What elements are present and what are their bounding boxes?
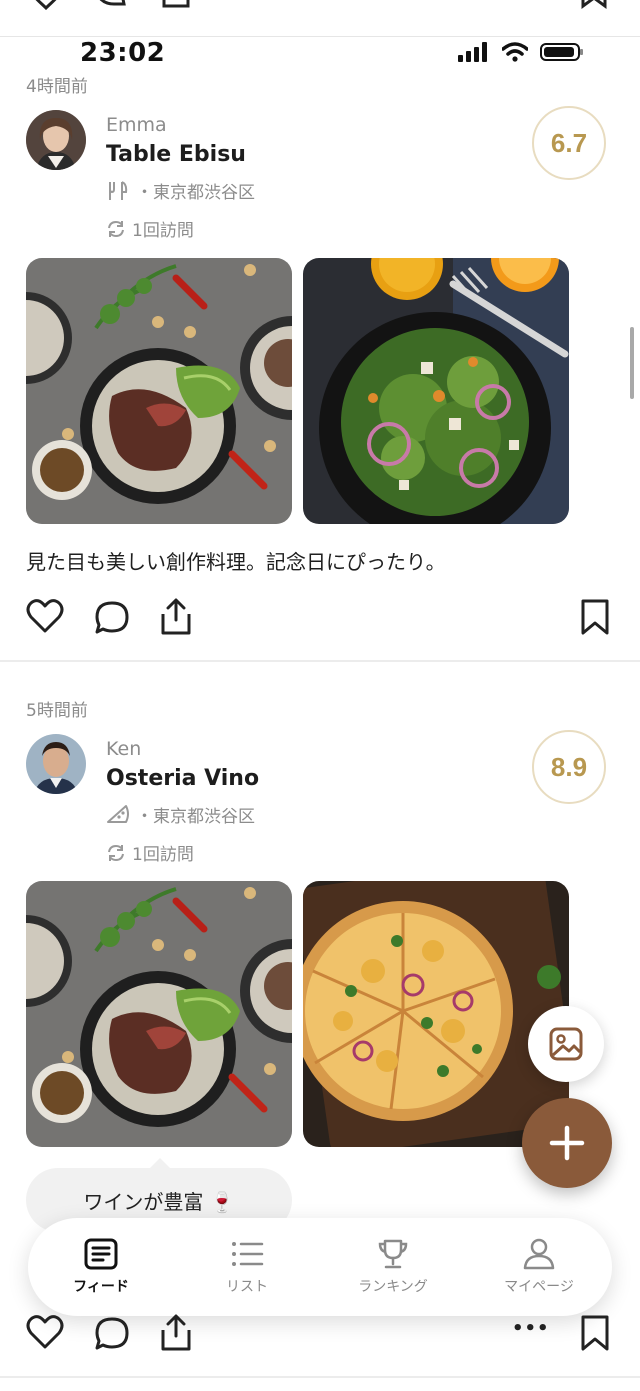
tab-label: フィード [73, 1279, 129, 1295]
tab-mypage[interactable]: マイページ [479, 1238, 599, 1296]
profile-icon [523, 1238, 555, 1270]
feed-icon [84, 1238, 118, 1270]
share-icon[interactable] [160, 598, 192, 636]
tab-ranking[interactable]: ランキング [333, 1238, 453, 1296]
repeat-icon [108, 844, 124, 861]
post-divider [0, 1376, 640, 1378]
bookmark-icon[interactable] [580, 1314, 610, 1352]
tab-label: マイページ [504, 1279, 574, 1295]
previous-post-actions [0, 0, 640, 37]
bookmark-icon[interactable] [580, 598, 610, 636]
pizza-icon [107, 804, 129, 823]
comment-icon[interactable] [94, 600, 130, 636]
location-text: ・東京都渋谷区 [136, 807, 255, 827]
battery-icon [540, 43, 583, 61]
trophy-icon [378, 1239, 408, 1269]
like-heart-icon[interactable] [26, 1314, 64, 1350]
share-icon[interactable] [160, 1314, 192, 1352]
plus-icon [549, 1125, 585, 1161]
signal-icon [458, 42, 487, 62]
post-caption: 見た目も美しい創作料理。記念日にぴったり。 [26, 550, 446, 574]
share-icon[interactable] [162, 0, 190, 10]
list-icon [232, 1242, 264, 1266]
score-badge: 8.9 [532, 730, 606, 804]
username[interactable]: Ken [106, 738, 141, 760]
restaurant-meta: ・東京都渋谷区 [106, 178, 255, 203]
comment-icon[interactable] [94, 1316, 130, 1352]
wifi-icon [502, 42, 528, 62]
food-photo-steak[interactable] [26, 881, 292, 1147]
restaurant-name[interactable]: Osteria Vino [106, 766, 259, 791]
food-photo-salad[interactable] [303, 258, 569, 524]
food-photo-pizza[interactable] [303, 881, 569, 1147]
create-post-button[interactable] [522, 1098, 612, 1188]
scrollbar[interactable] [630, 327, 634, 399]
bookmark-icon[interactable] [580, 0, 608, 10]
more-options-button[interactable]: ••• [512, 1318, 550, 1339]
restaurant-name[interactable]: Table Ebisu [106, 142, 246, 167]
avatar[interactable] [26, 734, 86, 794]
tab-feed[interactable]: フィード [41, 1238, 161, 1296]
status-bar: 23:02 [0, 36, 640, 70]
post-time: 4時間前 [26, 77, 88, 97]
bottom-tab-bar: フィード リスト ランキング マイページ [28, 1218, 612, 1316]
restaurant-meta: ・東京都渋谷区 [106, 802, 255, 827]
tab-label: ランキング [358, 1279, 428, 1295]
tab-label: リスト [226, 1279, 268, 1295]
post-divider [0, 660, 640, 662]
visit-count-text: 1回訪問 [132, 845, 194, 865]
post-time: 5時間前 [26, 701, 88, 721]
avatar[interactable] [26, 110, 86, 170]
tab-list[interactable]: リスト [187, 1238, 307, 1296]
visit-count: 1回訪問 [106, 840, 194, 865]
score-badge: 6.7 [532, 106, 606, 180]
repeat-icon [108, 220, 124, 237]
heart-icon[interactable] [28, 0, 64, 10]
comment-icon[interactable] [94, 0, 128, 10]
visit-count: 1回訪問 [106, 216, 194, 241]
fork-knife-icon [109, 180, 128, 200]
food-photo-steak[interactable] [26, 258, 292, 524]
visit-count-text: 1回訪問 [132, 221, 194, 241]
image-icon [549, 1027, 583, 1061]
add-photo-button[interactable] [528, 1006, 604, 1082]
like-heart-icon[interactable] [26, 598, 64, 634]
location-text: ・東京都渋谷区 [136, 183, 255, 203]
username[interactable]: Emma [106, 114, 167, 136]
status-time: 23:02 [80, 38, 166, 68]
